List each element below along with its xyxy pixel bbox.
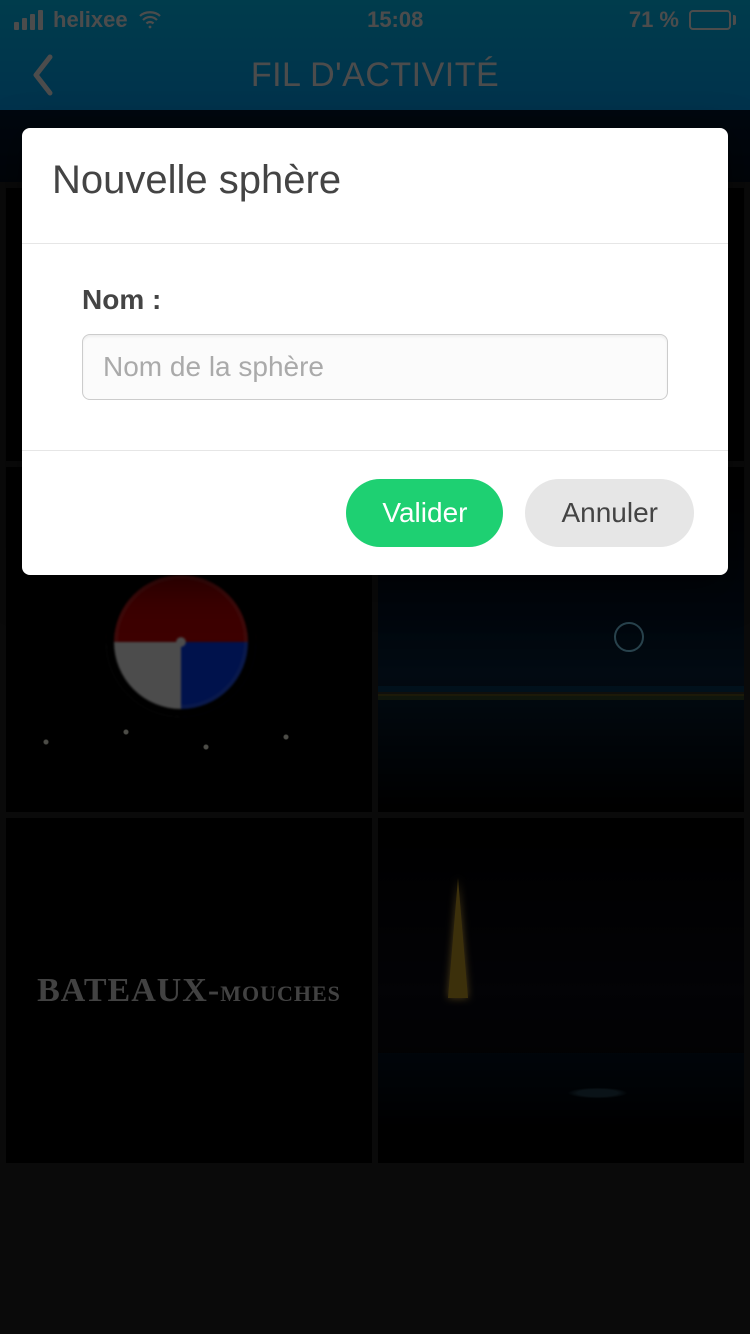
new-sphere-dialog: Nouvelle sphère Nom : Valider Annuler [22, 128, 728, 575]
dialog-title: Nouvelle sphère [52, 158, 698, 203]
dialog-header: Nouvelle sphère [22, 128, 728, 244]
dialog-footer: Valider Annuler [22, 450, 728, 575]
cancel-button[interactable]: Annuler [525, 479, 694, 547]
confirm-button[interactable]: Valider [346, 479, 503, 547]
sphere-name-input[interactable] [82, 334, 668, 400]
dialog-body: Nom : [22, 244, 728, 450]
name-label: Nom : [82, 284, 668, 316]
